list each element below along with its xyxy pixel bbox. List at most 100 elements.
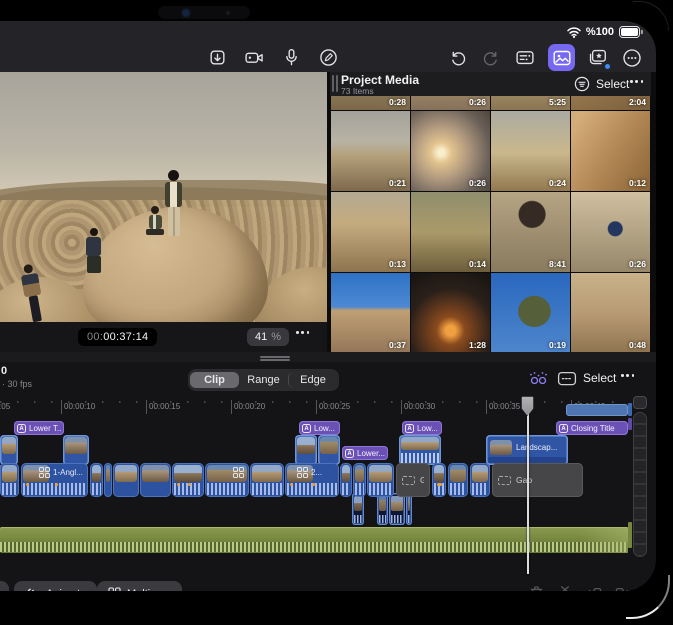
timeline-clip[interactable]: 2... <box>285 463 339 497</box>
media-select-button[interactable]: Select <box>596 77 629 91</box>
media-thumbnail[interactable]: 0:12 <box>571 111 650 191</box>
playhead-handle[interactable] <box>521 396 534 416</box>
media-browser-icon[interactable] <box>548 44 575 71</box>
gap-clip[interactable]: Gap <box>396 463 430 497</box>
timeline-clip[interactable] <box>432 463 446 497</box>
title-clip[interactable]: ALower... <box>342 446 388 460</box>
clipped-button[interactable] <box>0 581 9 591</box>
timeline-clip[interactable] <box>113 463 139 497</box>
title-clip[interactable]: ALow... <box>299 421 340 435</box>
camera-icon[interactable] <box>243 46 265 68</box>
viewer-control-bar: 00:00:37:14 41% <box>0 322 327 352</box>
person-sitting <box>146 206 164 235</box>
media-more-icon[interactable] <box>630 80 643 83</box>
panel-divider[interactable] <box>0 352 656 362</box>
media-thumbnail[interactable]: 0:26 <box>571 192 650 272</box>
connected-clip[interactable] <box>0 435 18 465</box>
clip-thumbnail <box>490 440 512 455</box>
inspector-icon[interactable] <box>514 47 536 69</box>
paste-attributes-icon[interactable] <box>587 47 609 69</box>
timeline-clip[interactable] <box>367 463 394 497</box>
gap-clip[interactable]: Gap <box>492 463 583 497</box>
viewer-more-icon[interactable] <box>296 331 309 334</box>
timeline-clip[interactable] <box>353 463 366 497</box>
clip-thumbnail <box>342 465 350 482</box>
mode-edge[interactable]: Edge <box>288 372 337 388</box>
track-scrollbar[interactable] <box>633 412 647 557</box>
jog-wheel-icon[interactable] <box>527 369 550 393</box>
title-label: Lower... <box>357 449 385 458</box>
connected-clip[interactable] <box>295 435 317 465</box>
mode-clip[interactable]: Clip <box>190 372 239 388</box>
media-panel-header: Project Media 73 Items Select <box>330 72 651 96</box>
title-text-icon: A <box>405 424 414 433</box>
track-scroll-handle[interactable] <box>633 396 647 409</box>
timeline-select-button[interactable]: Select <box>583 371 616 385</box>
insert-icon[interactable] <box>585 584 603 591</box>
timeline-more-icon[interactable] <box>621 374 634 377</box>
pencil-icon[interactable] <box>317 46 339 68</box>
media-thumbnail[interactable]: 0:37 <box>331 273 410 353</box>
timeline-clip[interactable]: 1-Angl... <box>21 463 88 497</box>
connected-clip-below[interactable] <box>377 493 388 525</box>
media-thumbnail[interactable]: 1:28 <box>411 273 490 353</box>
timeline-clip[interactable] <box>250 463 284 497</box>
media-thumbnail[interactable]: 0:26 <box>411 96 490 110</box>
duration-badge: 0:28 <box>389 97 406 107</box>
connected-clip[interactable] <box>63 435 89 465</box>
media-thumbnail[interactable]: 0:19 <box>491 273 570 353</box>
timeline-clip[interactable] <box>205 463 249 497</box>
clip-thumbnail <box>106 465 110 482</box>
animate-button[interactable]: Animate <box>14 581 97 591</box>
connected-clip[interactable] <box>318 435 340 465</box>
title-text-icon: A <box>17 424 26 433</box>
timeline-clip[interactable] <box>470 463 490 497</box>
insert-mode-icon[interactable] <box>557 370 577 392</box>
title-clip[interactable]: ALow... <box>402 421 442 435</box>
media-thumbnail[interactable]: 2:04 <box>571 96 650 110</box>
viewer-image[interactable] <box>0 72 327 322</box>
multicam-button[interactable]: Multicam <box>97 581 182 591</box>
playhead[interactable] <box>521 396 535 416</box>
connected-clip[interactable] <box>399 435 441 465</box>
timeline-clip[interactable] <box>448 463 468 497</box>
connected-clip-below[interactable] <box>406 493 412 525</box>
media-thumbnail[interactable]: 0:14 <box>411 192 490 272</box>
blade-icon[interactable] <box>556 584 574 591</box>
media-thumbnail[interactable]: 0:13 <box>331 192 410 272</box>
connected-clip-below[interactable] <box>352 493 364 525</box>
timeline-clip[interactable] <box>90 463 103 497</box>
media-thumbnail[interactable]: 0:48 <box>571 273 650 353</box>
timeline-clip[interactable] <box>172 463 204 497</box>
audio-waveform <box>354 515 362 523</box>
timeline-clip[interactable] <box>140 463 171 497</box>
timeline-body: 00:00:0500:00:1000:00:1500:00:2000:00:25… <box>0 395 656 576</box>
connected-clip-bar[interactable] <box>566 404 628 416</box>
undo-icon[interactable] <box>446 47 468 69</box>
trash-icon[interactable] <box>528 584 545 591</box>
mic-icon[interactable] <box>280 46 302 68</box>
connected-clip-below[interactable] <box>389 493 405 525</box>
timeline-clip[interactable] <box>0 463 19 497</box>
media-thumbnail[interactable]: 8:41 <box>491 192 570 272</box>
timecode-display[interactable]: 00:00:37:14 <box>78 328 157 346</box>
timeline-bottom-bar: Animate Multicam <box>0 576 656 591</box>
zoom-level[interactable]: 41% <box>247 328 289 346</box>
filter-icon[interactable] <box>574 76 590 97</box>
redo-icon[interactable] <box>480 47 502 69</box>
import-icon[interactable] <box>206 46 228 68</box>
mode-range[interactable]: Range <box>239 372 288 388</box>
clip-edge-purple <box>628 418 632 430</box>
media-thumbnail[interactable]: 5:25 <box>491 96 570 110</box>
timeline-clip[interactable] <box>104 463 112 497</box>
media-thumbnail[interactable]: 0:24 <box>491 111 570 191</box>
clip-thumbnail <box>379 496 386 511</box>
title-clip[interactable]: ALower T... <box>14 421 64 435</box>
more-icon[interactable] <box>621 47 643 69</box>
media-thumbnail[interactable]: 0:21 <box>331 111 410 191</box>
media-thumbnail[interactable]: 0:26 <box>411 111 490 191</box>
music-audio-track[interactable] <box>0 527 628 553</box>
timeline-clip[interactable] <box>340 463 352 497</box>
media-thumbnail[interactable]: 0:28 <box>331 96 410 110</box>
title-clip[interactable]: AClosing Title <box>556 421 628 435</box>
